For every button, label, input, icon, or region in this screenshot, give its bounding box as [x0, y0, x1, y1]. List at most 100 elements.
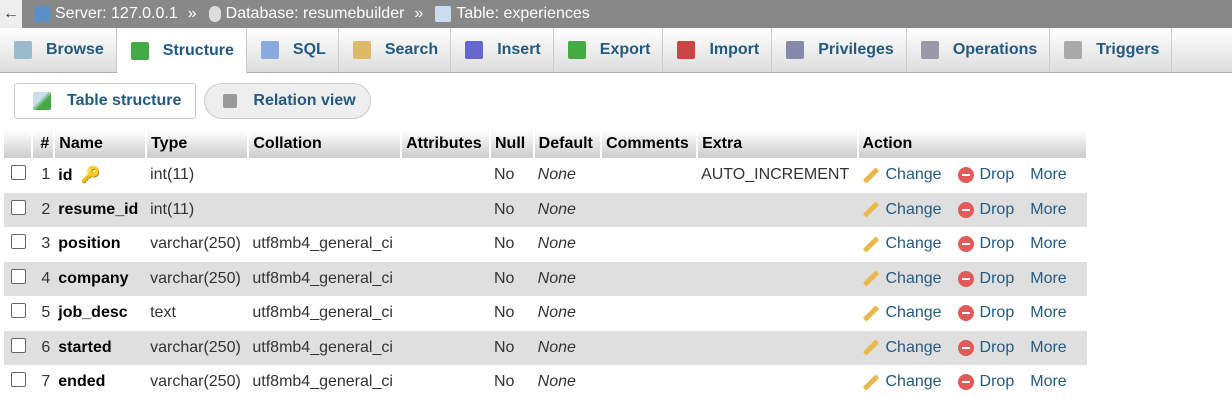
change-label: Change [885, 269, 942, 287]
pencil-icon [862, 166, 879, 184]
change-link[interactable]: Change [862, 235, 942, 252]
more-dropdown[interactable]: More [1030, 304, 1066, 321]
column-extra [697, 296, 857, 331]
column-header-default[interactable]: Default [533, 130, 603, 158]
drop-link[interactable]: Drop [957, 304, 1015, 322]
row-checkbox[interactable] [10, 337, 26, 353]
row-checkbox[interactable] [10, 199, 26, 215]
breadcrumb-separator: » [187, 5, 197, 22]
row-number: 3 [41, 235, 51, 253]
column-extra [697, 330, 858, 365]
drop-link[interactable]: Drop [957, 201, 1014, 218]
drop-link[interactable]: Drop [957, 166, 1014, 183]
more-dropdown[interactable]: More [1030, 235, 1066, 252]
relation-view-button[interactable]: Relation view [204, 83, 371, 119]
column-name: position [58, 235, 121, 253]
tab-label: Structure [162, 41, 234, 59]
tab-privileges[interactable]: Privileges [772, 28, 907, 72]
more-dropdown[interactable]: More [1030, 201, 1066, 218]
row-number: 7 [41, 373, 51, 391]
structure-icon [130, 41, 149, 60]
column-extra [697, 192, 858, 227]
table-structure-button[interactable]: Table structure [14, 83, 197, 119]
breadcrumb-table[interactable]: Table: experiences [456, 5, 589, 23]
row-number: 2 [32, 192, 55, 227]
change-link[interactable]: Change [862, 201, 942, 218]
change-link[interactable]: Change [862, 373, 942, 390]
drop-label: Drop [979, 338, 1015, 356]
column-collation [248, 192, 402, 227]
tab-import[interactable]: Import [663, 28, 773, 72]
drop-link[interactable]: Drop [957, 235, 1014, 253]
column-header-comments[interactable]: Comments [601, 130, 699, 158]
tab-search[interactable]: Search [339, 28, 452, 72]
more-dropdown[interactable]: More [1030, 270, 1066, 287]
drop-label: Drop [979, 304, 1015, 322]
change-label: Change [885, 235, 942, 253]
column-null: No [490, 330, 534, 365]
row-checkbox[interactable] [10, 165, 26, 181]
column-header-attributes[interactable]: Attributes [401, 130, 491, 158]
column-header-number: # [32, 130, 56, 158]
row-number: 5 [41, 304, 51, 322]
tab-browse[interactable]: Browse [0, 28, 117, 72]
change-label: Change [885, 304, 942, 322]
column-comments [601, 192, 698, 227]
row-checkbox[interactable] [10, 303, 26, 319]
column-comments [601, 261, 698, 296]
change-label: Change [885, 166, 942, 184]
column-null: No [494, 373, 515, 391]
table-row: 3 position varchar(250) utf8mb4_general_… [4, 227, 1087, 262]
drop-icon [957, 305, 974, 322]
row-number: 4 [32, 261, 55, 296]
breadcrumb-separator: » [414, 5, 424, 22]
column-comments [601, 365, 697, 400]
column-default: None [537, 304, 576, 322]
column-header-null[interactable]: Null [490, 130, 535, 158]
column-comments [601, 227, 697, 262]
triggers-icon [1064, 41, 1083, 59]
column-collation: utf8mb4_general_ci [252, 373, 393, 391]
table-row: 6 started varchar(250) utf8mb4_general_c… [4, 330, 1087, 365]
drop-link[interactable]: Drop [957, 270, 1014, 287]
column-name: started [58, 338, 112, 356]
column-header-name[interactable]: Name [54, 130, 148, 158]
column-collation: utf8mb4_general_ci [252, 235, 393, 253]
breadcrumb-server[interactable]: Server: 127.0.0.1 [55, 5, 178, 23]
back-button[interactable]: ← [0, 0, 22, 28]
more-dropdown[interactable]: More [1030, 166, 1066, 183]
change-link[interactable]: Change [862, 304, 942, 321]
change-link[interactable]: Change [862, 270, 942, 287]
column-default: None [533, 192, 602, 227]
row-checkbox[interactable] [10, 234, 26, 250]
table-row: 1 id 🔑 int(11) No None AUTO_INCREMENT Cha… [4, 158, 1087, 193]
column-header-extra[interactable]: Extra [697, 130, 859, 158]
change-link[interactable]: Change [862, 339, 942, 356]
tab-label: Export [599, 41, 651, 58]
tab-sql[interactable]: SQL [247, 28, 339, 72]
drop-link[interactable]: Drop [957, 338, 1015, 356]
column-header-collation[interactable]: Collation [248, 130, 403, 158]
tab-label: Import [709, 41, 760, 58]
more-dropdown[interactable]: More [1030, 373, 1066, 390]
row-checkbox[interactable] [10, 372, 26, 388]
drop-label: Drop [979, 373, 1015, 391]
drop-link[interactable]: Drop [957, 373, 1015, 391]
breadcrumb-database[interactable]: Database: resumebuilder [226, 5, 405, 23]
tab-export[interactable]: Export [554, 28, 664, 72]
drop-icon [957, 236, 974, 253]
column-extra [697, 227, 857, 262]
tab-structure[interactable]: Structure [116, 28, 247, 74]
tab-operations[interactable]: Operations [907, 28, 1051, 72]
tab-triggers[interactable]: Triggers [1050, 28, 1173, 72]
column-header-type[interactable]: Type [146, 130, 250, 158]
more-dropdown[interactable]: More [1030, 339, 1066, 356]
row-checkbox[interactable] [10, 268, 26, 284]
pencil-icon [862, 304, 879, 322]
change-link[interactable]: Change [862, 166, 942, 183]
column-extra [697, 365, 857, 400]
wrench-icon [920, 41, 939, 59]
insert-icon [465, 41, 484, 59]
search-icon [352, 41, 371, 59]
tab-insert[interactable]: Insert [451, 28, 554, 72]
